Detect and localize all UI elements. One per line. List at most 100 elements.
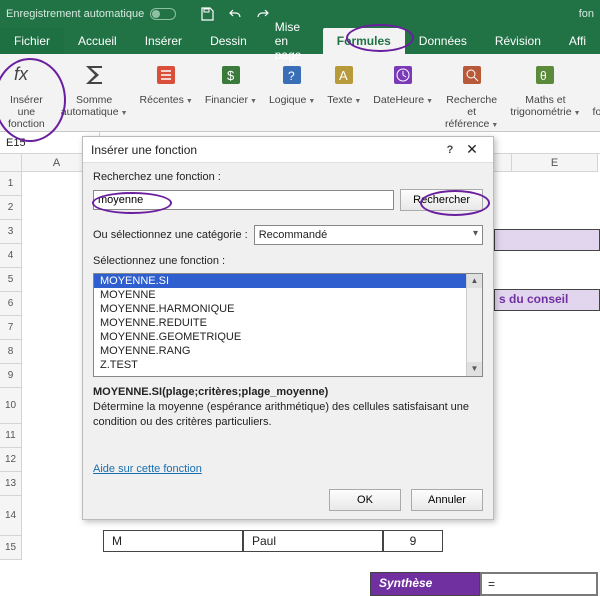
svg-text:$: $: [227, 68, 235, 83]
redo-icon[interactable]: [256, 7, 270, 21]
ribbon-label: Financier▼: [205, 94, 257, 106]
list-item[interactable]: MOYENNE.HARMONIQUE: [94, 302, 482, 316]
scroll-up-icon[interactable]: ▲: [467, 274, 482, 288]
scrollbar[interactable]: ▲ ▼: [466, 274, 482, 376]
save-icon[interactable]: [200, 7, 214, 21]
list-item[interactable]: MOYENNE.REDUITE: [94, 316, 482, 330]
ribbon-label: Somme automatique▼: [61, 94, 128, 118]
document-title-fragment: fon: [579, 8, 594, 20]
synthese-formula-cell[interactable]: =: [480, 572, 598, 596]
ribbon-tabs: Fichier Accueil Insérer Dessin Mise en p…: [0, 28, 600, 54]
svg-text:A: A: [339, 68, 348, 83]
synthese-label-cell[interactable]: Synthèse: [370, 572, 480, 596]
select-all-corner[interactable]: [0, 154, 22, 172]
ok-button[interactable]: OK: [329, 489, 401, 511]
ribbon-formules: fx Insérer une fonction Somme automatiqu…: [0, 54, 600, 132]
dialog-help-button[interactable]: ?: [441, 144, 459, 156]
dialog-footer: OK Annuler: [83, 481, 493, 519]
cell-value[interactable]: 9: [383, 530, 443, 552]
ribbon-plus-fonctions[interactable]: Plus de fonctions▼: [587, 58, 600, 130]
ribbon-texte[interactable]: A Texte▼: [321, 58, 367, 130]
cell-name[interactable]: Paul: [243, 530, 383, 552]
ribbon-logique[interactable]: ? Logique▼: [263, 58, 321, 130]
row-header[interactable]: 13: [0, 472, 22, 496]
col-header[interactable]: E: [512, 154, 598, 172]
function-description: MOYENNE.SI(plage;critères;plage_moyenne)…: [93, 383, 483, 430]
scroll-down-icon[interactable]: ▼: [467, 362, 482, 376]
list-item[interactable]: MOYENNE.RANG: [94, 344, 482, 358]
row-header[interactable]: 6: [0, 292, 22, 316]
recent-icon: [154, 58, 178, 92]
function-desc-text: Détermine la moyenne (espérance arithmét…: [93, 401, 469, 428]
svg-text:?: ?: [288, 69, 295, 83]
search-input[interactable]: [93, 190, 394, 210]
search-button[interactable]: Rechercher: [400, 189, 483, 211]
quick-access-toolbar: [200, 7, 270, 21]
tab-affichage[interactable]: Affi: [555, 28, 600, 54]
toggle-icon[interactable]: [150, 8, 176, 20]
ribbon-label: DateHeure▼: [373, 94, 433, 106]
cell-gender[interactable]: M: [103, 530, 243, 552]
text-icon: A: [332, 58, 356, 92]
search-label: Recherchez une fonction :: [93, 171, 483, 183]
cancel-button[interactable]: Annuler: [411, 489, 483, 511]
insert-function-dialog: Insérer une fonction ? ✕ Recherchez une …: [82, 136, 494, 520]
svg-text:θ: θ: [540, 69, 547, 83]
ribbon-label: Récentes▼: [140, 94, 193, 106]
autosave-toggle[interactable]: Enregistrement automatique: [6, 8, 176, 20]
row-header[interactable]: 9: [0, 364, 22, 388]
ribbon-recherche-ref[interactable]: Recherche et référence▼: [439, 58, 504, 130]
ribbon-label: Plus de fonctions▼: [593, 94, 600, 118]
lookup-icon: [460, 58, 484, 92]
list-item[interactable]: Z.TEST: [94, 358, 482, 372]
tab-dessin[interactable]: Dessin: [196, 28, 261, 54]
ribbon-label: Recherche et référence▼: [445, 94, 498, 130]
tab-fichier[interactable]: Fichier: [0, 28, 64, 54]
category-label: Ou sélectionnez une catégorie :: [93, 229, 248, 241]
ribbon-somme-auto[interactable]: Somme automatique▼: [55, 58, 134, 130]
category-select[interactable]: Recommandé: [254, 225, 483, 245]
list-item[interactable]: MOYENNE: [94, 288, 482, 302]
row-header[interactable]: 14: [0, 496, 22, 536]
tab-mise-en-page[interactable]: Mise en page: [261, 28, 323, 54]
row-header[interactable]: 8: [0, 340, 22, 364]
ribbon-inserer-fonction[interactable]: fx Insérer une fonction: [2, 58, 51, 130]
row-header[interactable]: 7: [0, 316, 22, 340]
tab-revision[interactable]: Révision: [481, 28, 555, 54]
function-list[interactable]: MOYENNE.SI MOYENNE MOYENNE.HARMONIQUE MO…: [93, 273, 483, 377]
autosave-label: Enregistrement automatique: [6, 8, 144, 20]
fx-icon: fx: [11, 58, 41, 92]
undo-icon[interactable]: [228, 7, 242, 21]
logic-icon: ?: [280, 58, 304, 92]
math-icon: θ: [533, 58, 557, 92]
row-header[interactable]: 11: [0, 424, 22, 448]
dialog-title: Insérer une fonction: [91, 143, 441, 157]
row-header[interactable]: 2: [0, 196, 22, 220]
ribbon-recentes[interactable]: Récentes▼: [134, 58, 199, 130]
row-header[interactable]: 10: [0, 388, 22, 424]
close-icon[interactable]: ✕: [459, 141, 485, 158]
row-header[interactable]: 5: [0, 268, 22, 292]
ribbon-label: Texte▼: [327, 94, 361, 106]
sheet-cell-conseil: s du conseil: [494, 289, 600, 311]
ribbon-label: Logique▼: [269, 94, 315, 106]
row-header[interactable]: 3: [0, 220, 22, 244]
row-header[interactable]: 4: [0, 244, 22, 268]
help-link[interactable]: Aide sur cette fonction: [93, 463, 483, 475]
tab-inserer[interactable]: Insérer: [131, 28, 196, 54]
tab-donnees[interactable]: Données: [405, 28, 481, 54]
category-value: Recommandé: [259, 226, 478, 244]
list-item[interactable]: MOYENNE.GEOMETRIQUE: [94, 330, 482, 344]
ribbon-maths-trig[interactable]: θ Maths et trigonométrie▼: [504, 58, 586, 130]
list-item[interactable]: MOYENNE.SI: [94, 274, 482, 288]
tab-formules[interactable]: Formules: [323, 28, 405, 54]
row-header[interactable]: 1: [0, 172, 22, 196]
ribbon-label: Maths et trigonométrie▼: [510, 94, 580, 118]
ribbon-label: Insérer une fonction: [8, 94, 45, 130]
sigma-icon: [81, 58, 107, 92]
ribbon-dateheure[interactable]: DateHeure▼: [367, 58, 439, 130]
tab-accueil[interactable]: Accueil: [64, 28, 131, 54]
ribbon-financier[interactable]: $ Financier▼: [199, 58, 263, 130]
row-header[interactable]: 12: [0, 448, 22, 472]
row-header[interactable]: 15: [0, 536, 22, 560]
